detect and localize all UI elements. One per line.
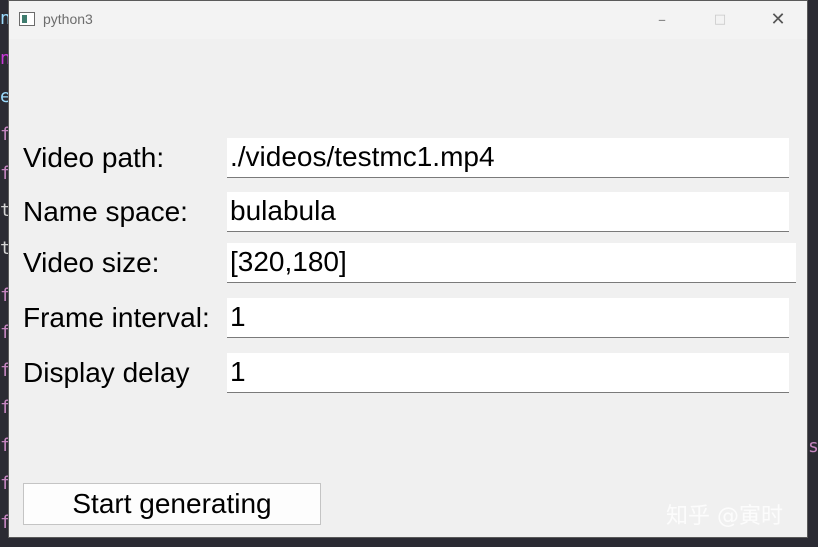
video-size-label: Video size: — [23, 247, 160, 278]
maximize-button[interactable]: □ — [691, 1, 749, 37]
display-delay-input[interactable]: 1 — [227, 353, 789, 393]
frame-interval-label: Frame interval: — [23, 302, 210, 333]
watermark: 知乎 @寅时 — [666, 504, 783, 529]
title-bar[interactable]: python3 – □ ✕ — [9, 1, 807, 39]
video-path-label: Video path: — [23, 142, 165, 173]
video-path-input[interactable]: ./videos/testmc1.mp4 — [227, 138, 789, 178]
frame-interval-input[interactable]: 1 — [227, 298, 789, 338]
app-icon — [19, 12, 35, 26]
name-space-input[interactable]: bulabula — [227, 192, 789, 232]
app-window: python3 – □ ✕ Video path: ./videos/testm… — [8, 0, 808, 538]
close-button[interactable]: ✕ — [749, 1, 807, 37]
display-delay-label: Display delay — [23, 357, 190, 388]
minimize-button[interactable]: – — [633, 1, 691, 37]
video-size-input[interactable]: [320,180] — [227, 243, 796, 283]
name-space-label: Name space: — [23, 196, 188, 227]
window-title: python3 — [43, 11, 93, 27]
start-generating-button[interactable]: Start generating — [23, 483, 321, 525]
editor-char: s — [808, 436, 818, 457]
